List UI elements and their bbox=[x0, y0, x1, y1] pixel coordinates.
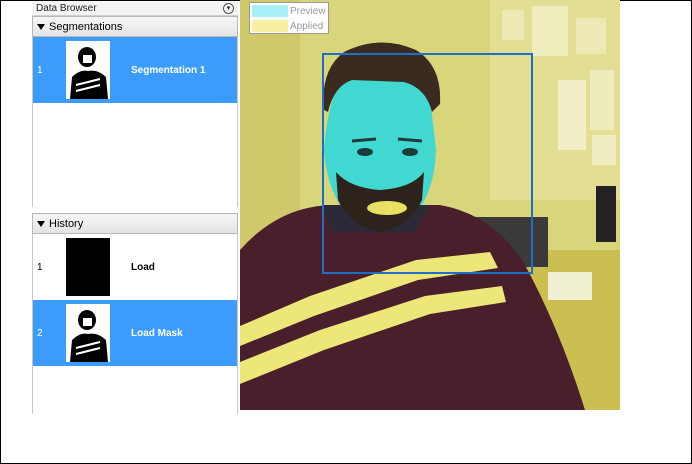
segmentation-index: 1 bbox=[37, 64, 43, 76]
segmentations-header-label: Segmentations bbox=[49, 20, 123, 33]
expand-triangle-icon bbox=[37, 23, 45, 30]
segmentations-section-header[interactable]: Segmentations bbox=[32, 16, 238, 37]
history-index: 1 bbox=[37, 261, 43, 273]
segmentation-item-label: Segmentation 1 bbox=[131, 64, 206, 76]
data-browser-title: Data Browser bbox=[36, 3, 97, 14]
applied-legend-label: Applied bbox=[290, 20, 324, 32]
legend-preview: Preview bbox=[250, 4, 328, 18]
preview-legend-label: Preview bbox=[290, 5, 326, 17]
history-item-load-mask[interactable]: 2 Load Mask bbox=[33, 300, 237, 366]
data-browser-header: Data Browser ▾ bbox=[32, 2, 238, 16]
history-item-load[interactable]: 1 Load bbox=[33, 234, 237, 300]
history-mask-thumbnail bbox=[66, 304, 110, 362]
applied-color-swatch bbox=[252, 20, 288, 32]
history-section-header[interactable]: History bbox=[32, 213, 238, 234]
history-index: 2 bbox=[37, 327, 43, 339]
history-list: 1 Load 2 Load Mask bbox=[32, 234, 238, 414]
collapse-panel-icon[interactable]: ▾ bbox=[223, 3, 234, 14]
history-header-label: History bbox=[49, 217, 84, 230]
legend-applied: Applied bbox=[250, 19, 328, 33]
expand-triangle-icon bbox=[37, 220, 45, 227]
history-item-label: Load bbox=[131, 261, 155, 273]
preview-color-swatch bbox=[252, 5, 288, 17]
history-thumbnail-black bbox=[66, 238, 110, 296]
history-item-label: Load Mask bbox=[131, 327, 183, 339]
overlay-legend: Preview Applied bbox=[249, 2, 329, 34]
segmentations-list: 1 Segmentation 1 bbox=[32, 37, 238, 207]
data-browser-panel: Data Browser ▾ Segmentations 1 Segmentat… bbox=[32, 2, 238, 416]
segmentation-mask-thumbnail bbox=[66, 41, 110, 99]
face-bounding-box[interactable] bbox=[322, 53, 533, 274]
segmentation-item-1[interactable]: 1 Segmentation 1 bbox=[33, 37, 237, 103]
